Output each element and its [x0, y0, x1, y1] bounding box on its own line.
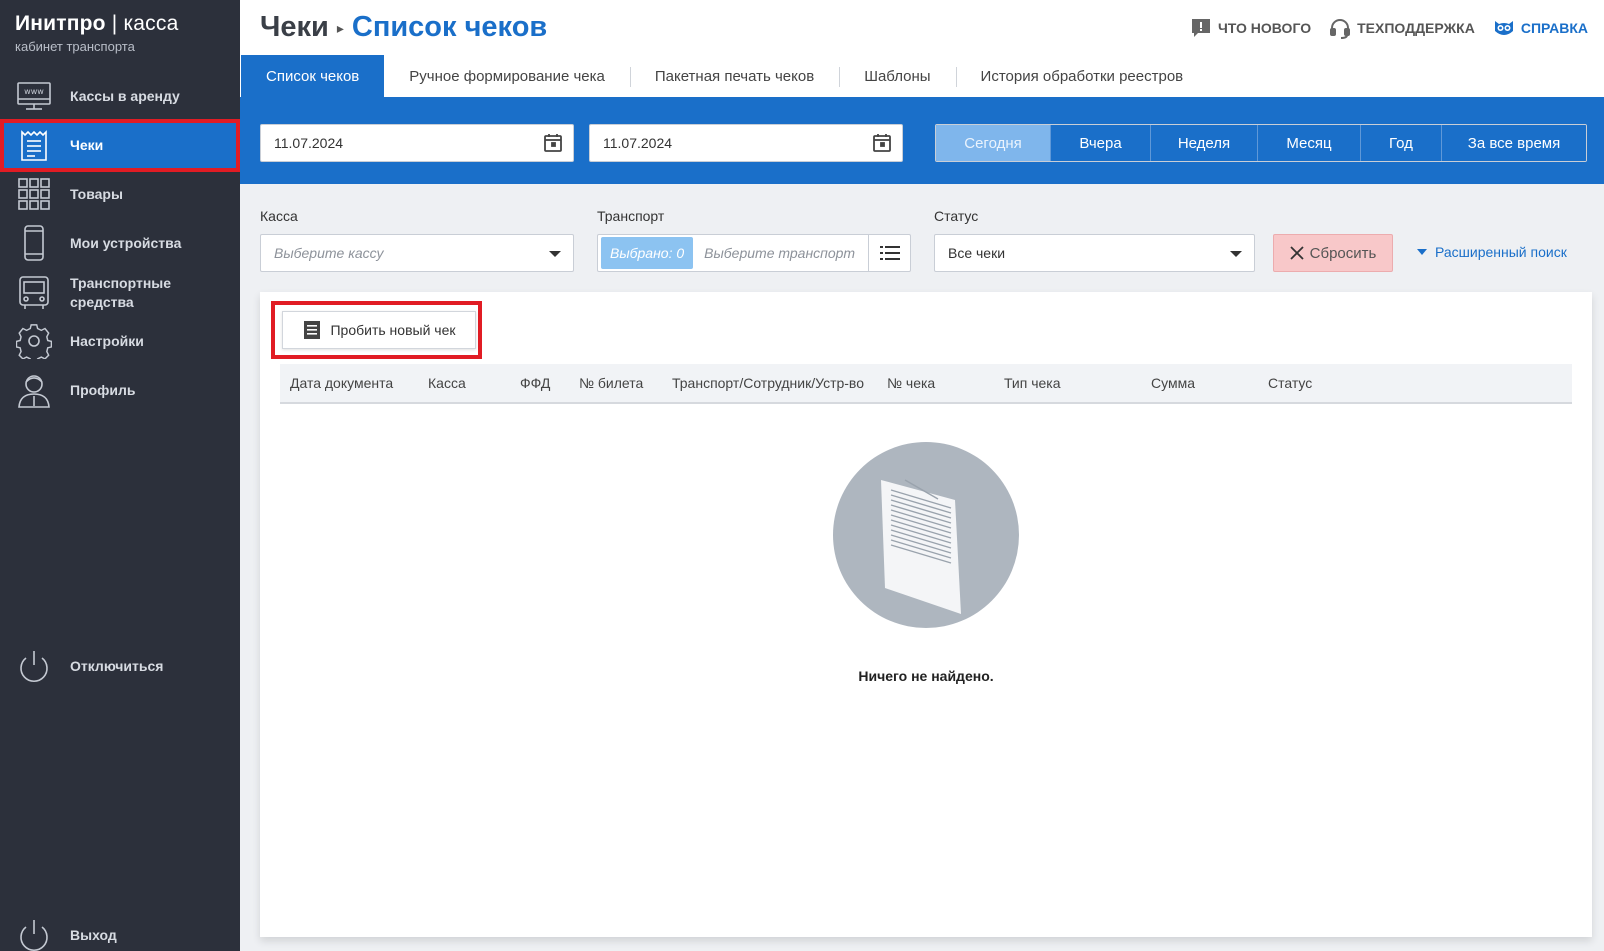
caret-down-icon — [1417, 249, 1427, 255]
column-header[interactable]: Статус — [1268, 364, 1312, 402]
status-select[interactable]: Все чеки — [934, 234, 1255, 272]
disconnect-label: Отключиться — [70, 658, 164, 674]
list-icon[interactable] — [868, 235, 910, 271]
sidebar-item-label: Чеки — [70, 137, 104, 153]
column-header[interactable]: Дата документа — [290, 364, 393, 402]
sidebar-item-settings[interactable]: Настройки — [0, 317, 240, 365]
advanced-search-link[interactable]: Расширенный поиск — [1417, 244, 1567, 260]
document-icon — [304, 321, 321, 339]
calendar-icon — [873, 134, 891, 152]
sidebar-item-label: Настройки — [70, 332, 144, 349]
power-icon — [16, 918, 52, 951]
power-icon — [16, 649, 52, 685]
tab-templates[interactable]: Шаблоны — [839, 55, 955, 97]
column-header[interactable]: Тип чека — [1004, 364, 1061, 402]
tab-batch-print[interactable]: Пакетная печать чеков — [629, 55, 839, 97]
status-label: Статус — [934, 208, 979, 224]
header: Чеки ▸ Список чеков ЧТО НОВОГО ТЕХПОДДЕРЖК… — [240, 0, 1604, 55]
disconnect-button[interactable]: Отключиться — [0, 643, 240, 691]
svg-text:www: www — [24, 87, 44, 96]
phone-icon — [16, 225, 52, 261]
user-icon — [16, 372, 52, 408]
range-all-time-button[interactable]: За все время — [1441, 125, 1586, 161]
breadcrumb: Чеки ▸ Список чеков — [260, 11, 547, 44]
sidebar-item-cheki[interactable]: Чеки — [0, 119, 240, 172]
selected-count-badge: Выбрано: 0 — [601, 237, 694, 269]
sidebar-item-transport[interactable]: Транспортные средства — [0, 268, 240, 318]
empty-message: Ничего не найдено. — [858, 668, 994, 684]
range-year-button[interactable]: Год — [1360, 125, 1441, 161]
whats-new-link[interactable]: ЧТО НОВОГО — [1190, 17, 1311, 39]
breadcrumb-parent[interactable]: Чеки — [260, 11, 329, 43]
headset-icon — [1330, 19, 1351, 39]
chevron-down-icon — [549, 251, 561, 257]
exit-label: Выход — [70, 927, 117, 943]
transport-select[interactable]: Выбрано: 0 Выберите транспорт — [597, 234, 911, 272]
date-from-field[interactable]: 11.07.2024 — [260, 124, 574, 162]
sidebar: Инитпро | касса кабинет транспорта www К… — [0, 0, 240, 951]
sidebar-item-devices[interactable]: Мои устройства — [0, 219, 240, 267]
calendar-icon — [544, 134, 562, 152]
sidebar-item-label: Кассы в аренду — [70, 87, 180, 104]
new-check-button[interactable]: Пробить новый чек — [282, 311, 476, 349]
column-header[interactable]: № билета — [579, 364, 643, 402]
range-today-button[interactable]: Сегодня — [936, 125, 1050, 161]
owl-icon — [1494, 21, 1513, 35]
receipt-icon — [16, 128, 52, 164]
bus-icon — [16, 275, 52, 311]
date-to-field[interactable]: 11.07.2024 — [589, 124, 903, 162]
sidebar-item-kassy[interactable]: www Кассы в аренду — [0, 72, 240, 120]
support-link[interactable]: ТЕХПОДДЕРЖКА — [1329, 17, 1475, 39]
tab-manual-check[interactable]: Ручное формирование чека — [384, 55, 630, 97]
reset-button[interactable]: Сбросить — [1273, 234, 1393, 272]
column-header[interactable]: Сумма — [1151, 364, 1195, 402]
announcement-icon — [1191, 19, 1210, 37]
range-week-button[interactable]: Неделя — [1150, 125, 1257, 161]
table-header: Дата документа Касса ФФД № билета Трансп… — [280, 364, 1572, 404]
filters: Касса Выберите кассу Транспорт Выбрано: … — [240, 184, 1604, 292]
logo-subtitle: кабинет транспорта — [15, 39, 135, 54]
page-title: Список чеков — [351, 11, 548, 43]
logo: Инитпро | касса кабинет транспорта — [15, 12, 178, 54]
sidebar-item-tovary[interactable]: Товары — [0, 170, 240, 218]
sidebar-item-label: Транспортные средства — [70, 275, 172, 310]
grid-icon — [16, 176, 52, 212]
sidebar-item-label: Мои устройства — [70, 234, 182, 251]
tab-check-list[interactable]: Список чеков — [241, 55, 385, 97]
column-header[interactable]: № чека — [887, 364, 935, 402]
empty-state: Ничего не найдено. — [260, 442, 1592, 684]
sidebar-item-label: Товары — [70, 185, 123, 202]
checks-panel: Пробить новый чек Дата документа Касса Ф… — [260, 292, 1592, 937]
column-header[interactable]: Транспорт/Сотрудник/Устр-во — [672, 364, 864, 402]
sidebar-item-profile[interactable]: Профиль — [0, 366, 240, 414]
top-links: ЧТО НОВОГО ТЕХПОДДЕРЖКА СПРАВКА — [1190, 17, 1588, 39]
help-link[interactable]: СПРАВКА — [1493, 17, 1588, 39]
column-header[interactable]: ФФД — [520, 364, 550, 402]
transport-label: Транспорт — [597, 208, 665, 224]
kassa-label: Касса — [260, 208, 298, 224]
sidebar-item-label: Профиль — [70, 381, 136, 398]
kassa-select[interactable]: Выберите кассу — [260, 234, 574, 272]
new-check-highlight: Пробить новый чек — [271, 301, 482, 359]
range-month-button[interactable]: Месяц — [1257, 125, 1360, 161]
www-monitor-icon: www — [16, 78, 52, 114]
empty-document-illustration — [833, 442, 1019, 628]
close-icon — [1290, 246, 1304, 260]
tab-registry-history[interactable]: История обработки реестров — [955, 55, 1209, 97]
date-range-buttons: Сегодня Вчера Неделя Месяц Год За все вр… — [935, 124, 1587, 162]
exit-button[interactable]: Выход — [0, 912, 240, 951]
logo-title: Инитпро | касса — [15, 12, 179, 35]
gear-icon — [15, 323, 53, 364]
tabs: Список чеков Ручное формирование чека Па… — [240, 55, 1604, 97]
chevron-down-icon — [1230, 251, 1242, 257]
date-filter-bar: 11.07.2024 11.07.2024 Сегодня Вчера Неде… — [240, 97, 1604, 184]
range-yesterday-button[interactable]: Вчера — [1050, 125, 1150, 161]
breadcrumb-separator-icon: ▸ — [336, 19, 344, 36]
column-header[interactable]: Касса — [428, 364, 466, 402]
